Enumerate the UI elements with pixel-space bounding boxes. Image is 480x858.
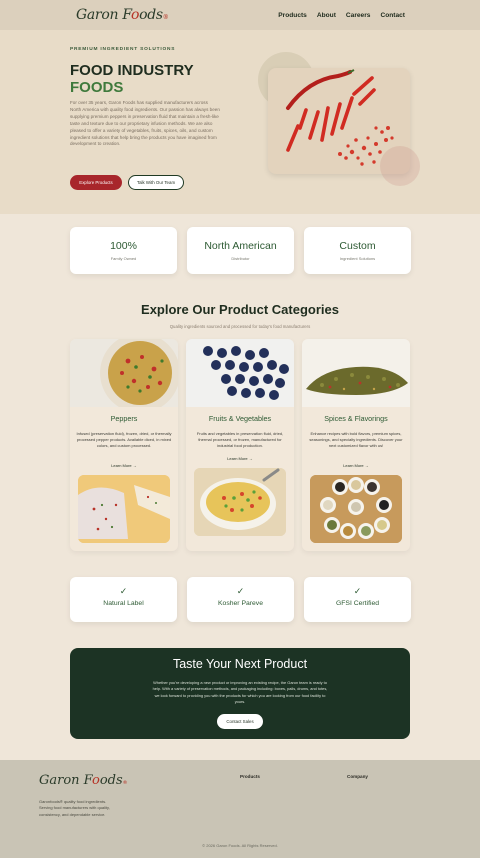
peppers-bowl-image — [70, 339, 178, 413]
learn-more-link[interactable]: Learn More → — [302, 463, 410, 468]
learn-more-link[interactable]: Learn More → — [70, 463, 178, 468]
category-title: Spices & Flavorings — [324, 414, 388, 423]
decorative-circle — [380, 146, 420, 186]
cert-label: Natural Label — [103, 600, 144, 607]
footer-heading-products: Products — [240, 774, 260, 779]
hero-eyebrow: PREMIUM INGREDIENT SOLUTIONS — [70, 47, 176, 52]
stat-card-distributor: North American Distributor — [187, 227, 294, 274]
contact-sales-button[interactable]: Contact Sales — [217, 713, 263, 729]
stat-value: Custom — [339, 240, 376, 252]
stat-card-custom: Custom Ingredient Solutions — [304, 227, 411, 274]
learn-more-link[interactable]: Learn More → — [186, 456, 294, 461]
check-icon: ✓ — [119, 586, 128, 596]
category-title: Fruits & Vegetables — [208, 414, 272, 423]
category-card-fruits-vegetables[interactable]: Fruits & Vegetables Fruits and vegetable… — [186, 339, 294, 551]
stat-label: Family Owned — [110, 256, 137, 261]
check-icon: ✓ — [353, 586, 362, 596]
logo[interactable]: Garon Foods® — [76, 7, 169, 23]
category-card-spices[interactable]: Spices & Flavorings Enhance recipes with… — [302, 339, 410, 551]
talk-with-team-button[interactable]: Talk With Our Team — [128, 175, 184, 190]
categories-subtitle: Quality ingredients sourced and processe… — [169, 324, 311, 329]
hero-paragraph: For over 35 years, Garon Foods has suppl… — [70, 100, 220, 147]
top-nav: Garon Foods® Products About Careers Cont… — [0, 0, 480, 30]
footer-heading-company: Company — [347, 774, 368, 779]
blueberries-image — [186, 339, 294, 407]
category-desc: Infused (preservation fluid), frozen, dr… — [76, 431, 172, 449]
nav-link-about[interactable]: About — [317, 12, 336, 19]
spices-image — [302, 339, 410, 407]
cheese-image — [78, 475, 170, 543]
cert-label: Kosher Pareve — [218, 600, 263, 607]
category-desc: Fruits and vegetables in preservation fl… — [196, 431, 284, 449]
stat-label: Ingredient Solutions — [339, 256, 376, 261]
stat-label: Distributor — [231, 256, 250, 261]
vegetable-rice-image — [194, 468, 286, 536]
category-desc: Enhance recipes with bold flavors, premi… — [309, 431, 403, 449]
footer-logo[interactable]: Garon Foods® — [39, 773, 128, 788]
cert-gfsi: ✓ GFSI Certified — [304, 577, 411, 622]
hero-title-line1: FOOD INDUSTRY — [70, 62, 194, 79]
copyright: © 2026 Garon Foods. All Rights Reserved. — [202, 843, 278, 848]
nav-links: Products About Careers Contact — [278, 12, 405, 19]
check-icon: ✓ — [236, 586, 245, 596]
footer-description: Garonfoods® quality food ingredients. Se… — [39, 799, 110, 817]
spice-bowls-image — [310, 475, 402, 543]
cert-kosher: ✓ Kosher Pareve — [187, 577, 294, 622]
cta-section: Taste Your Next Product Whether you're d… — [70, 648, 410, 739]
cert-label: GFSI Certified — [335, 600, 380, 607]
category-card-peppers[interactable]: Peppers Infused (preservation fluid), fr… — [70, 339, 178, 551]
categories-title: Explore Our Product Categories — [141, 302, 339, 317]
nav-link-products[interactable]: Products — [278, 12, 307, 19]
category-title: Peppers — [110, 414, 138, 423]
nav-link-careers[interactable]: Careers — [346, 12, 371, 19]
hero-title-line2: FOODS — [70, 79, 124, 96]
stat-value: North American — [204, 240, 277, 252]
stat-card-family: 100% Family Owned — [70, 227, 177, 274]
cta-title: Taste Your Next Product — [172, 657, 308, 671]
nav-link-contact[interactable]: Contact — [380, 12, 405, 19]
cta-paragraph: Whether you're developing a new product … — [152, 680, 328, 705]
explore-products-button[interactable]: Explore Products — [70, 175, 122, 190]
cert-natural-label: ✓ Natural Label — [70, 577, 177, 622]
stat-value: 100% — [110, 240, 137, 252]
